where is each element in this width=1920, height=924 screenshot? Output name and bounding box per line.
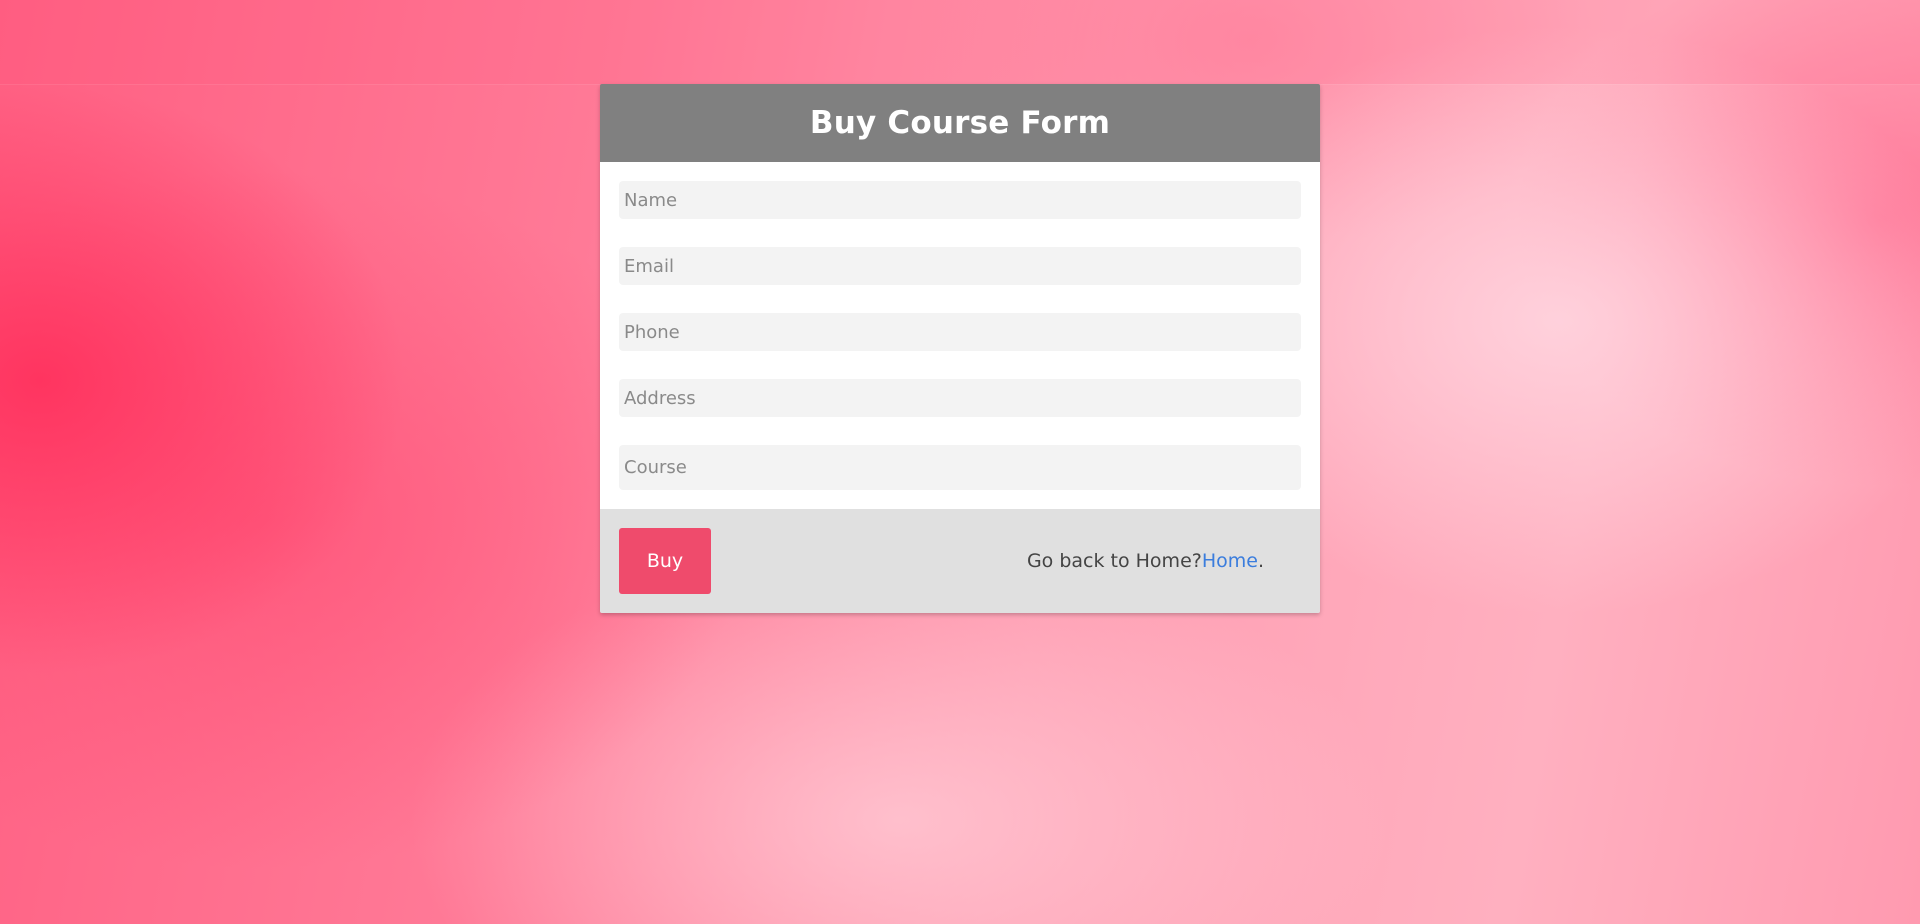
form-header: Buy Course Form	[600, 84, 1320, 162]
home-prompt: Go back to Home?Home.	[1027, 550, 1264, 572]
form-title: Buy Course Form	[809, 105, 1111, 141]
course-input[interactable]	[619, 445, 1301, 490]
name-input[interactable]	[619, 181, 1301, 219]
page-background: { "form": { "title": "Buy Course Form", …	[0, 0, 1920, 924]
home-prompt-suffix: .	[1257, 550, 1264, 572]
top-banner	[0, 0, 1920, 84]
form-footer: Buy Go back to Home?Home.	[600, 509, 1320, 613]
phone-input[interactable]	[619, 313, 1301, 351]
home-prompt-text: Go back to Home?	[1026, 550, 1202, 572]
buy-course-form: Buy Course Form Buy Go back to Home?Home…	[600, 84, 1320, 613]
address-input[interactable]	[619, 379, 1301, 417]
home-link[interactable]: Home	[1202, 550, 1258, 572]
form-body	[600, 162, 1320, 509]
buy-button[interactable]: Buy	[619, 528, 711, 594]
email-input[interactable]	[619, 247, 1301, 285]
